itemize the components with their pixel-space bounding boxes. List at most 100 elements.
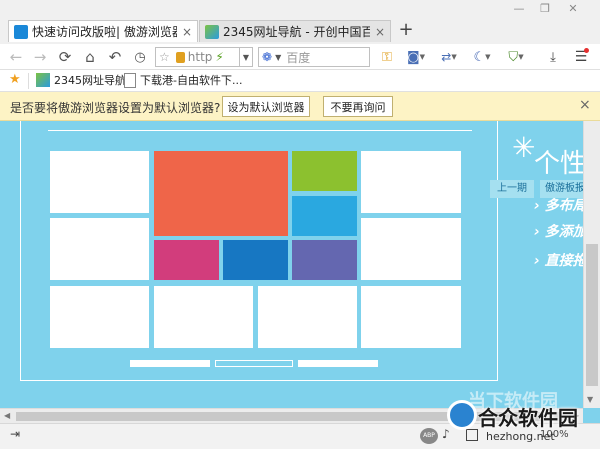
- tab-2345-nav[interactable]: 2345网址导航 - 开创中国百年... ×: [199, 20, 391, 42]
- tab-close-icon[interactable]: ×: [370, 25, 390, 39]
- layout-icon[interactable]: [466, 429, 478, 441]
- speed-dial-tile[interactable]: [361, 218, 461, 280]
- tab-quick-access[interactable]: 快速访问改版啦| 傲游浏览器... ×: [8, 20, 198, 42]
- speed-dial-tile[interactable]: [50, 286, 149, 348]
- arrow-right-icon: →: [33, 48, 47, 66]
- menu-button[interactable]: ☰: [570, 44, 592, 70]
- chevron-down-icon: ▼: [485, 53, 491, 61]
- feature-item: › 多布局: [534, 198, 587, 214]
- watermark-url: hezhong.net: [486, 430, 555, 443]
- baidu-paw-icon[interactable]: ❁: [259, 50, 275, 64]
- page-content: ✳ 个性 上一期 傲游板报 › 多布局 › 多添加 › 直接拖 ▼ ◀ ▶ 当下…: [0, 121, 600, 423]
- star-icon[interactable]: ☆: [156, 50, 173, 64]
- notification-dot: [584, 48, 589, 53]
- sidebar-toggle-icon[interactable]: ⇥: [10, 427, 20, 441]
- moon-icon: ☾: [473, 49, 486, 65]
- screenshot-button[interactable]: ◙ ▼: [402, 44, 430, 70]
- bookmark-xiazaigang[interactable]: 下载港-自由软件下...: [124, 72, 242, 88]
- bookmark-label: 下载港-自由软件下...: [140, 74, 243, 87]
- infobar-close-icon[interactable]: ×: [579, 97, 591, 113]
- url-text[interactable]: http: [188, 50, 213, 64]
- volume-icon[interactable]: ♪: [442, 427, 450, 441]
- bookmark-label: 2345网址导航: [54, 74, 126, 87]
- promo-headline: 个性: [534, 149, 587, 179]
- speed-dial-tile-pink[interactable]: [154, 240, 219, 280]
- tab-label: 快速访问改版啦| 傲游浏览器...: [32, 25, 177, 39]
- lock-icon: [175, 51, 185, 63]
- set-default-button[interactable]: 设为默认浏览器: [222, 96, 310, 117]
- vertical-scrollbar[interactable]: ▼: [583, 121, 600, 408]
- page-indicator[interactable]: [130, 360, 210, 367]
- tab-strip: 快速访问改版啦| 傲游浏览器... × 2345网址导航 - 开创中国百年...…: [0, 0, 600, 44]
- hezhong-logo-icon: [447, 400, 477, 430]
- translate-icon: ⇄: [441, 50, 452, 64]
- favorites-star-icon[interactable]: ★: [9, 72, 21, 87]
- feature-item: › 多添加: [534, 224, 587, 240]
- speed-dial-tile-orange[interactable]: [154, 151, 288, 236]
- address-dropdown-icon[interactable]: ▼: [239, 47, 253, 67]
- default-browser-infobar: 是否要将傲游浏览器设置为默认浏览器? 设为默认浏览器 不要再询问 ×: [0, 92, 600, 121]
- refresh-icon: ⟳: [58, 48, 72, 66]
- restore-button[interactable]: ❐: [534, 2, 556, 18]
- undo-icon: ↶: [108, 48, 122, 66]
- new-tab-button[interactable]: +: [396, 20, 416, 40]
- adblock-icon[interactable]: ABP: [420, 428, 438, 444]
- infobar-message: 是否要将傲游浏览器设置为默认浏览器?: [10, 101, 221, 115]
- chevron-down-icon: ▼: [518, 53, 524, 61]
- home-button[interactable]: ⌂: [80, 44, 100, 70]
- bookmark-bar: ★ 2345网址导航 下载港-自由软件下...: [0, 70, 600, 92]
- divider: [28, 73, 30, 89]
- chevron-down-icon: ▼: [451, 53, 457, 61]
- minimize-button[interactable]: —: [508, 2, 530, 18]
- speed-dial-tile-green[interactable]: [292, 151, 357, 191]
- scroll-left-icon[interactable]: ◀: [4, 411, 10, 420]
- speed-dial-tile-lightblue[interactable]: [292, 196, 357, 236]
- plugin-icon[interactable]: ⚡: [212, 50, 223, 64]
- navigation-toolbar: ← → ⟳ ⌂ ↶ ◷ ☆ http ⚡ ▼ ❁ ▼ 百度 ⚿ ◙ ▼ ⇄ ▼ ☾ ▼…: [0, 44, 600, 70]
- arrow-left-icon: ←: [9, 48, 23, 66]
- feature-item: › 直接拖: [534, 253, 587, 269]
- back-button[interactable]: ←: [6, 44, 26, 70]
- maxthon-icon: [14, 24, 28, 39]
- site-favicon-icon: [205, 24, 219, 39]
- tab-close-icon[interactable]: ×: [177, 25, 197, 39]
- site-favicon-icon: [36, 73, 50, 87]
- tab-label: 2345网址导航 - 开创中国百年...: [223, 25, 370, 39]
- download-button[interactable]: ⤓: [544, 44, 562, 70]
- speed-dial-tile-purple[interactable]: [292, 240, 357, 280]
- ad-filter-button[interactable]: ⛉ ▼: [500, 44, 532, 70]
- frame-top-line: [48, 121, 472, 131]
- translate-button[interactable]: ⇄ ▼: [434, 44, 464, 70]
- forward-button[interactable]: →: [30, 44, 50, 70]
- speed-dial-tile[interactable]: [154, 286, 253, 348]
- vertical-scroll-thumb[interactable]: [586, 244, 598, 386]
- refresh-button[interactable]: ⟳: [55, 44, 75, 70]
- search-bar: ❁ ▼ 百度: [258, 47, 370, 67]
- speed-dial-tile[interactable]: [258, 286, 357, 348]
- page-indicator[interactable]: [298, 360, 378, 367]
- chevron-down-icon: ▼: [419, 53, 425, 61]
- speed-dial-tile[interactable]: [361, 151, 461, 213]
- key-icon: ⚿: [382, 49, 392, 65]
- download-icon: ⤓: [550, 49, 556, 65]
- speed-dial-tile[interactable]: [50, 151, 149, 213]
- search-input[interactable]: 百度: [281, 49, 310, 66]
- bookmark-2345[interactable]: 2345网址导航: [36, 72, 126, 88]
- home-icon: ⌂: [85, 48, 95, 66]
- close-window-button[interactable]: ✕: [562, 2, 584, 18]
- speed-dial-tile-blue[interactable]: [223, 240, 288, 280]
- never-ask-button[interactable]: 不要再询问: [323, 96, 393, 117]
- prev-issue-button[interactable]: 上一期: [490, 180, 534, 198]
- history-button[interactable]: ◷: [130, 44, 150, 70]
- watermark-brand: 合众软件园: [478, 406, 578, 430]
- undo-close-button[interactable]: ↶: [105, 44, 125, 70]
- page-indicator-active[interactable]: [215, 360, 293, 367]
- password-key-button[interactable]: ⚿: [378, 44, 396, 70]
- scroll-down-icon[interactable]: ▼: [587, 395, 593, 404]
- page-icon: [124, 72, 136, 88]
- speed-dial-tile[interactable]: [50, 218, 149, 280]
- filter-icon: ⛉: [508, 49, 519, 65]
- speed-dial-tile[interactable]: [361, 286, 461, 348]
- night-mode-button[interactable]: ☾ ▼: [468, 44, 496, 70]
- clock-icon: ◷: [134, 49, 146, 65]
